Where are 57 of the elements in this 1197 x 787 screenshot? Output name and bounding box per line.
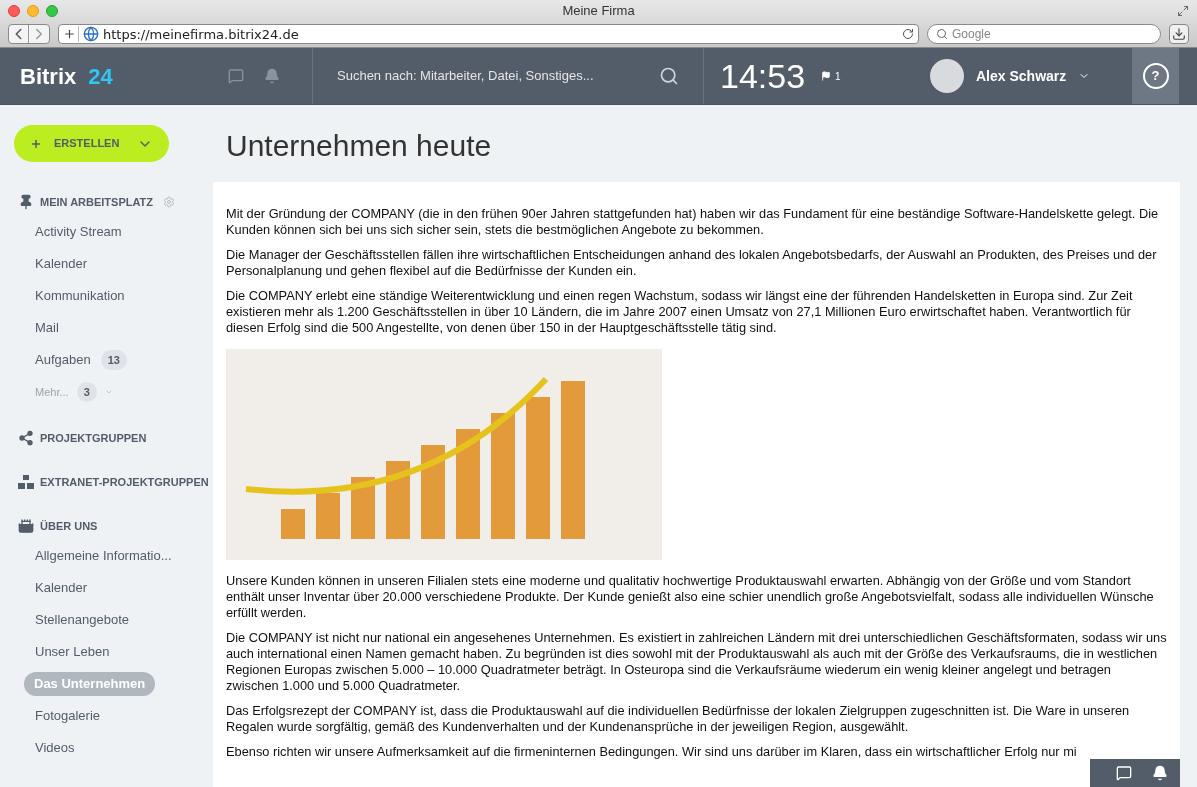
address-bar[interactable]: https://meinefirma.bitrix24.de [58,24,919,45]
reload-icon[interactable] [902,28,914,41]
paragraph: Ebenso richten wir unsere Aufmerksamkeit auf die firmeninternen Bedingungen. Wir sind uns darüber im Klaren, dass ein wirtschaftlicher Erfolg nur mi [226,744,1078,760]
help-button[interactable]: ? [1142,63,1169,89]
sidebar-item[interactable]: Kalender [35,578,88,598]
sidebar-item[interactable]: Aufgaben [35,350,91,370]
add-icon[interactable] [63,26,79,43]
paragraph: Unsere Kunden können in unseren Filialen stets eine moderne und qualitativ hochwertige Produktauswahl erwarten. Abhängig von der Größe und vom Standort enthält unser Inventar über 20.000 verschiedene Produkte. Der Kunde genießt also eine schier unendlich große Angebotsvielfalt, sodass alle individuellen Wünsche erfüllt werden. [226,573,1155,621]
minimize-window-button[interactable] [27,4,39,17]
paragraph: Mit der Gründung der COMPANY (die in den frühen 90er Jahren stattgefunden hat) haben wir das Fundament für eine beständige Software-Handelskette gelegt. Die Kunden können sich bei uns sich sicher sein, stets die bestmöglichen Angebote zu bekommen. [226,206,1160,238]
sidebar-item[interactable]: Allgemeine Informatio... [35,546,172,566]
paragraph: Die COMPANY ist nicht nur national ein angesehenes Unternehmen. Es existiert in zahlreichen Ländern mit drei unterschiedlichen Geschäftsformaten, sodass wir uns auch international einen Namen gemacht haben. Zu begründen ist dies sowohl mit der Produktauswahl als auch mit der Größe des Verkaufsraums, die in westlichen Regionen Europas zwischen 5.000 – 10.000 Quadratmeter beträgt. In Osteuropa sind die Verkaufsräume wiederum ein wenig kleiner angelegt und betragen zwischen 1.000 und 5.000 Quadratmeter. [226,630,1167,694]
section-heading[interactable]: PROJEKTGRUPPEN [40,429,147,447]
search-icon [936,28,948,41]
sidebar-item[interactable]: Fotogalerie [35,706,101,726]
blocks-icon [18,475,34,489]
globe-icon [83,26,99,43]
pin-icon [18,194,34,210]
create-button[interactable]: ERSTELLEN [14,125,169,162]
sidebar-item[interactable]: Unser Leben [35,642,110,662]
url-text: https://meinefirma.bitrix24.de [103,25,299,44]
fullscreen-icon[interactable] [1177,4,1189,17]
browser-search-field[interactable]: Google [927,24,1161,45]
count-badge: 13 [100,350,127,370]
flag-count: 1 [835,69,841,84]
paragraph: Die COMPANY erlebt eine ständige Weiterentwicklung und einen regen Wachstum, sodass wir längst eine der führenden Handelsketten in Europa sind. Zur Zeit existieren mehr als 1.200 Geschäftsstellen in über 10 Ländern, die im Jahre 2007 einen Umsatz von 27,1 Millionen Euro erwirtschaftet haben. Verantwortlich für diesen Erfolg sind die 500 Angestellte, von denen über 150 in der Hauptgeschäftsstelle tätig sind. [226,288,1134,336]
sidebar-item[interactable]: Activity Stream [35,222,122,242]
avatar [930,59,964,93]
flag-icon [821,71,832,81]
page-title: Unternehmen heute [225,127,493,164]
sidebar-item[interactable]: Kalender [35,254,88,274]
section-heading[interactable]: ÜBER UNS [40,517,98,535]
section-heading[interactable]: MEIN ARBEITSPLATZ [40,193,154,211]
clock-time[interactable]: 14:53 [720,50,806,102]
user-menu[interactable]: Alex Schwarz [918,48,1132,104]
paragraph: Das Erfolgsrezept der COMPANY ist, dass die Produktauswahl auf die individuellen Bedürfnisse der lokalen Zielgruppen zugeschnitten ist. Die Ware in unseren Regalen wurde sorgfältig, gemäß des Kundenverhalten und der Kundenansprüche in der jeweiligen Region, ausgewählt. [226,703,1131,735]
download-icon[interactable] [1169,24,1189,45]
back-forward-button[interactable] [8,24,50,45]
search-placeholder: Google [952,26,991,44]
logo-text[interactable]: Bitrix [20,59,77,93]
section-heading[interactable]: EXTRANET-PROJEKTGRUPPEN [40,473,209,491]
maximize-window-button[interactable] [46,4,58,17]
bell-icon[interactable] [1152,765,1168,781]
count-badge: 3 [76,382,97,402]
search-field[interactable]: Suchen nach: Mitarbeiter, Datei, Sonstiges... [313,48,704,104]
sidebar-item[interactable]: Videos [35,738,75,758]
paragraph: Die Manager der Geschäftsstellen fällen ihre wirtschaftlichen Entscheidungen anhand des lokalen Angebotsbedarfs, der Auswahl an Produkten, des Preises und der Personalplanung und gehen flexibel auf die Bedürfnisse der Kunden ein. [226,247,1158,279]
share-icon [18,430,34,446]
logo-number[interactable]: 24 [88,59,113,93]
sidebar-item[interactable]: Kommunikation [35,286,125,306]
close-window-button[interactable] [8,4,20,17]
plus-icon [30,137,42,150]
sidebar-item[interactable]: Stellenangebote [35,610,129,630]
sidebar-item[interactable]: Mail [35,318,59,338]
window-title: Meine Firma [562,2,635,20]
tower-icon [18,518,34,534]
search-icon[interactable] [659,66,679,86]
